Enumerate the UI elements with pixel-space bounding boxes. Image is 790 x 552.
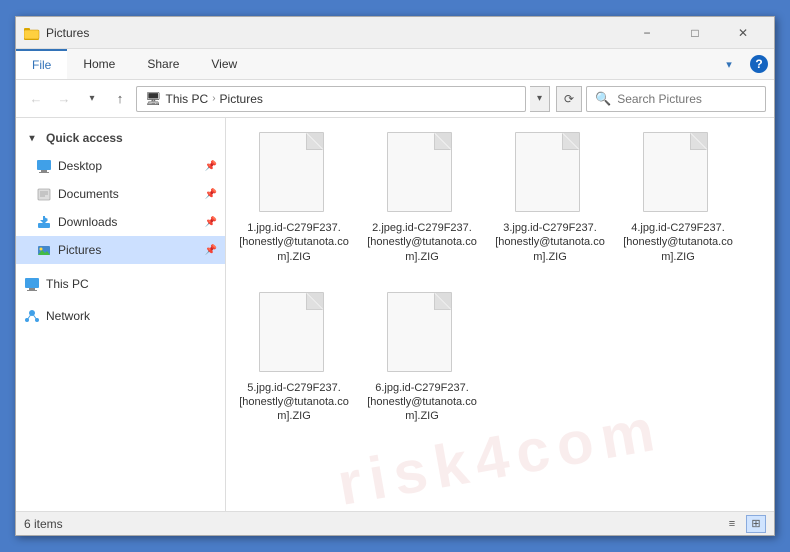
minimize-button[interactable]: − xyxy=(624,17,670,49)
thispc-icon xyxy=(24,276,40,292)
ribbon-tabs: File Home Share View ▾ ? xyxy=(16,49,774,79)
addressbar: ← → ▾ ↑ 🖥 This PC › Pictures ▾ ⟳ 🔍 xyxy=(16,80,774,118)
file-name: 4.jpg.id-C279F237.[honestly@tutanota.com… xyxy=(623,221,733,264)
file-item[interactable]: 2.jpeg.id-C279F237.[honestly@tutanota.co… xyxy=(362,126,482,270)
forward-button[interactable]: → xyxy=(52,87,76,111)
tab-file[interactable]: File xyxy=(16,49,67,79)
file-item[interactable]: 3.jpg.id-C279F237.[honestly@tutanota.com… xyxy=(490,126,610,270)
downloads-pin: 📌 xyxy=(205,217,217,228)
network-label: Network xyxy=(46,309,90,323)
file-item[interactable]: 5.jpg.id-C279F237.[honestly@tutanota.com… xyxy=(234,286,354,430)
pictures-label: Pictures xyxy=(58,243,101,257)
file-icon xyxy=(387,292,457,377)
desktop-label: Desktop xyxy=(58,159,102,173)
help-button[interactable]: ? xyxy=(744,49,774,79)
documents-label: Documents xyxy=(58,187,119,201)
statusbar: 6 items ≡ ⊞ xyxy=(16,511,774,535)
search-box[interactable]: 🔍 xyxy=(586,86,766,112)
ribbon: File Home Share View ▾ ? xyxy=(16,49,774,80)
sidebar-item-network[interactable]: Network xyxy=(16,302,225,330)
thispc-label: This PC xyxy=(46,277,89,291)
search-input[interactable] xyxy=(617,92,757,106)
downloads-icon xyxy=(36,214,52,230)
file-name: 5.jpg.id-C279F237.[honestly@tutanota.com… xyxy=(239,381,349,424)
path-icon: 🖥 xyxy=(145,91,162,107)
search-icon: 🔍 xyxy=(595,91,611,107)
ribbon-collapse-btn[interactable]: ▾ xyxy=(714,49,744,79)
sidebar-item-desktop[interactable]: Desktop 📌 xyxy=(16,152,225,180)
path-thispc: This PC xyxy=(166,92,209,106)
file-item[interactable]: 6.jpg.id-C279F237.[honestly@tutanota.com… xyxy=(362,286,482,430)
path-separator: › xyxy=(212,93,215,104)
address-dropdown-button[interactable]: ▾ xyxy=(530,86,550,112)
documents-icon xyxy=(36,186,52,202)
sidebar: ▾ Quick access Desktop 📌 xyxy=(16,118,226,511)
quick-access-section: ▾ Quick access Desktop 📌 xyxy=(16,122,225,266)
file-name: 1.jpg.id-C279F237.[honestly@tutanota.com… xyxy=(239,221,349,264)
up-button[interactable]: ↑ xyxy=(108,87,132,111)
path-pictures: Pictures xyxy=(220,92,263,106)
tab-view[interactable]: View xyxy=(195,49,253,79)
file-icon xyxy=(387,132,457,217)
expand-icon: ▾ xyxy=(24,130,40,146)
titlebar: Pictures − □ ✕ xyxy=(16,17,774,49)
help-icon: ? xyxy=(750,55,768,73)
sidebar-item-pictures[interactable]: Pictures 📌 xyxy=(16,236,225,264)
titlebar-title: Pictures xyxy=(46,26,624,40)
pictures-icon xyxy=(36,242,52,258)
content-area: ▾ Quick access Desktop 📌 xyxy=(16,118,774,511)
desktop-icon xyxy=(36,158,52,174)
file-icon xyxy=(259,292,329,377)
sidebar-item-documents[interactable]: Documents 📌 xyxy=(16,180,225,208)
recent-locations-button[interactable]: ▾ xyxy=(80,87,104,111)
titlebar-controls: − □ ✕ xyxy=(624,17,766,49)
file-icon xyxy=(259,132,329,217)
documents-pin: 📌 xyxy=(205,189,217,200)
desktop-pin: 📌 xyxy=(205,161,217,172)
network-icon xyxy=(24,308,40,324)
close-button[interactable]: ✕ xyxy=(720,17,766,49)
sidebar-item-downloads[interactable]: Downloads 📌 xyxy=(16,208,225,236)
quick-access-label: Quick access xyxy=(46,131,123,145)
downloads-label: Downloads xyxy=(58,215,117,229)
file-name: 2.jpeg.id-C279F237.[honestly@tutanota.co… xyxy=(367,221,477,264)
large-icons-view-btn[interactable]: ⊞ xyxy=(746,515,766,533)
tab-share[interactable]: Share xyxy=(131,49,195,79)
details-view-btn[interactable]: ≡ xyxy=(722,515,742,533)
quick-access-header: ▾ Quick access xyxy=(16,124,225,152)
maximize-button[interactable]: □ xyxy=(672,17,718,49)
tab-home[interactable]: Home xyxy=(67,49,131,79)
sidebar-item-thispc[interactable]: This PC xyxy=(16,270,225,298)
address-path[interactable]: 🖥 This PC › Pictures xyxy=(136,86,526,112)
pictures-pin: 📌 xyxy=(205,245,217,256)
file-name: 3.jpg.id-C279F237.[honestly@tutanota.com… xyxy=(495,221,605,264)
refresh-button[interactable]: ⟳ xyxy=(556,86,582,112)
file-item[interactable]: 1.jpg.id-C279F237.[honestly@tutanota.com… xyxy=(234,126,354,270)
titlebar-icon xyxy=(24,25,40,41)
file-item[interactable]: 4.jpg.id-C279F237.[honestly@tutanota.com… xyxy=(618,126,738,270)
item-count: 6 items xyxy=(24,517,63,531)
file-icon xyxy=(643,132,713,217)
file-grid: risk4com 1.jpg.id-C279F237.[honestly@tut… xyxy=(226,118,774,511)
file-icon xyxy=(515,132,585,217)
explorer-window: Pictures − □ ✕ File Home Share View ▾ ? … xyxy=(15,16,775,536)
file-name: 6.jpg.id-C279F237.[honestly@tutanota.com… xyxy=(367,381,477,424)
back-button[interactable]: ← xyxy=(24,87,48,111)
view-controls: ≡ ⊞ xyxy=(722,515,766,533)
